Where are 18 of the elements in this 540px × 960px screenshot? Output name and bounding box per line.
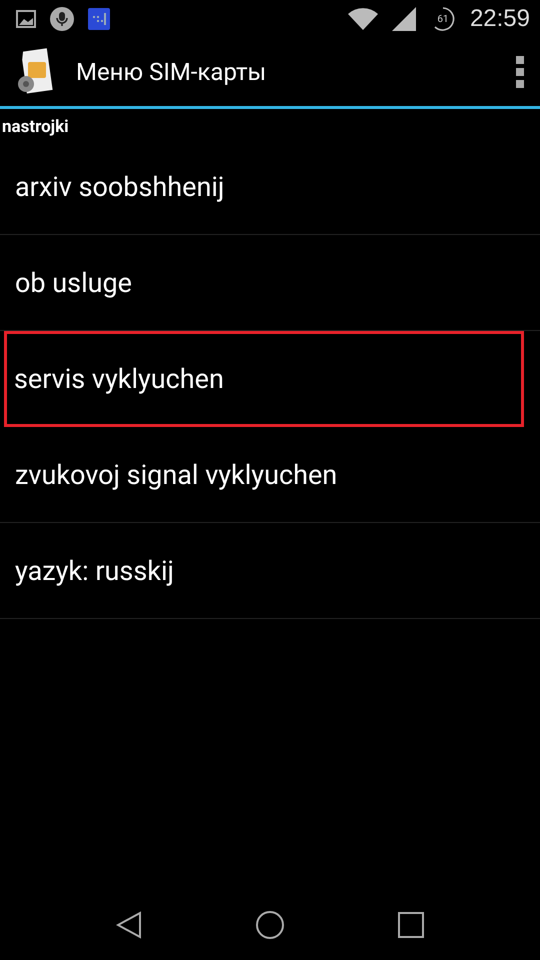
overflow-menu-icon[interactable] [516, 56, 524, 88]
menu-item[interactable]: zvukovoj signal vyklyuchen [0, 427, 540, 523]
microphone-icon [50, 7, 74, 31]
battery-level: 61 [437, 14, 449, 24]
menu-item[interactable]: yazyk: russkij [0, 523, 540, 619]
menu-item[interactable]: servis vyklyuchen [4, 331, 524, 427]
section-header: nastrojki [1, 116, 70, 139]
signal-icon [392, 7, 416, 31]
menu-item[interactable]: ob usluge [0, 235, 540, 331]
image-icon [16, 10, 36, 28]
menu-item[interactable]: arxiv soobshhenij [0, 139, 540, 235]
home-icon[interactable] [254, 910, 285, 940]
recents-icon[interactable] [398, 912, 424, 938]
screen-title: Меню SIM-карты [76, 58, 268, 86]
app-icon [88, 8, 110, 30]
wifi-icon [348, 7, 378, 31]
back-icon[interactable] [116, 911, 142, 939]
clock: 22:59 [470, 5, 530, 33]
